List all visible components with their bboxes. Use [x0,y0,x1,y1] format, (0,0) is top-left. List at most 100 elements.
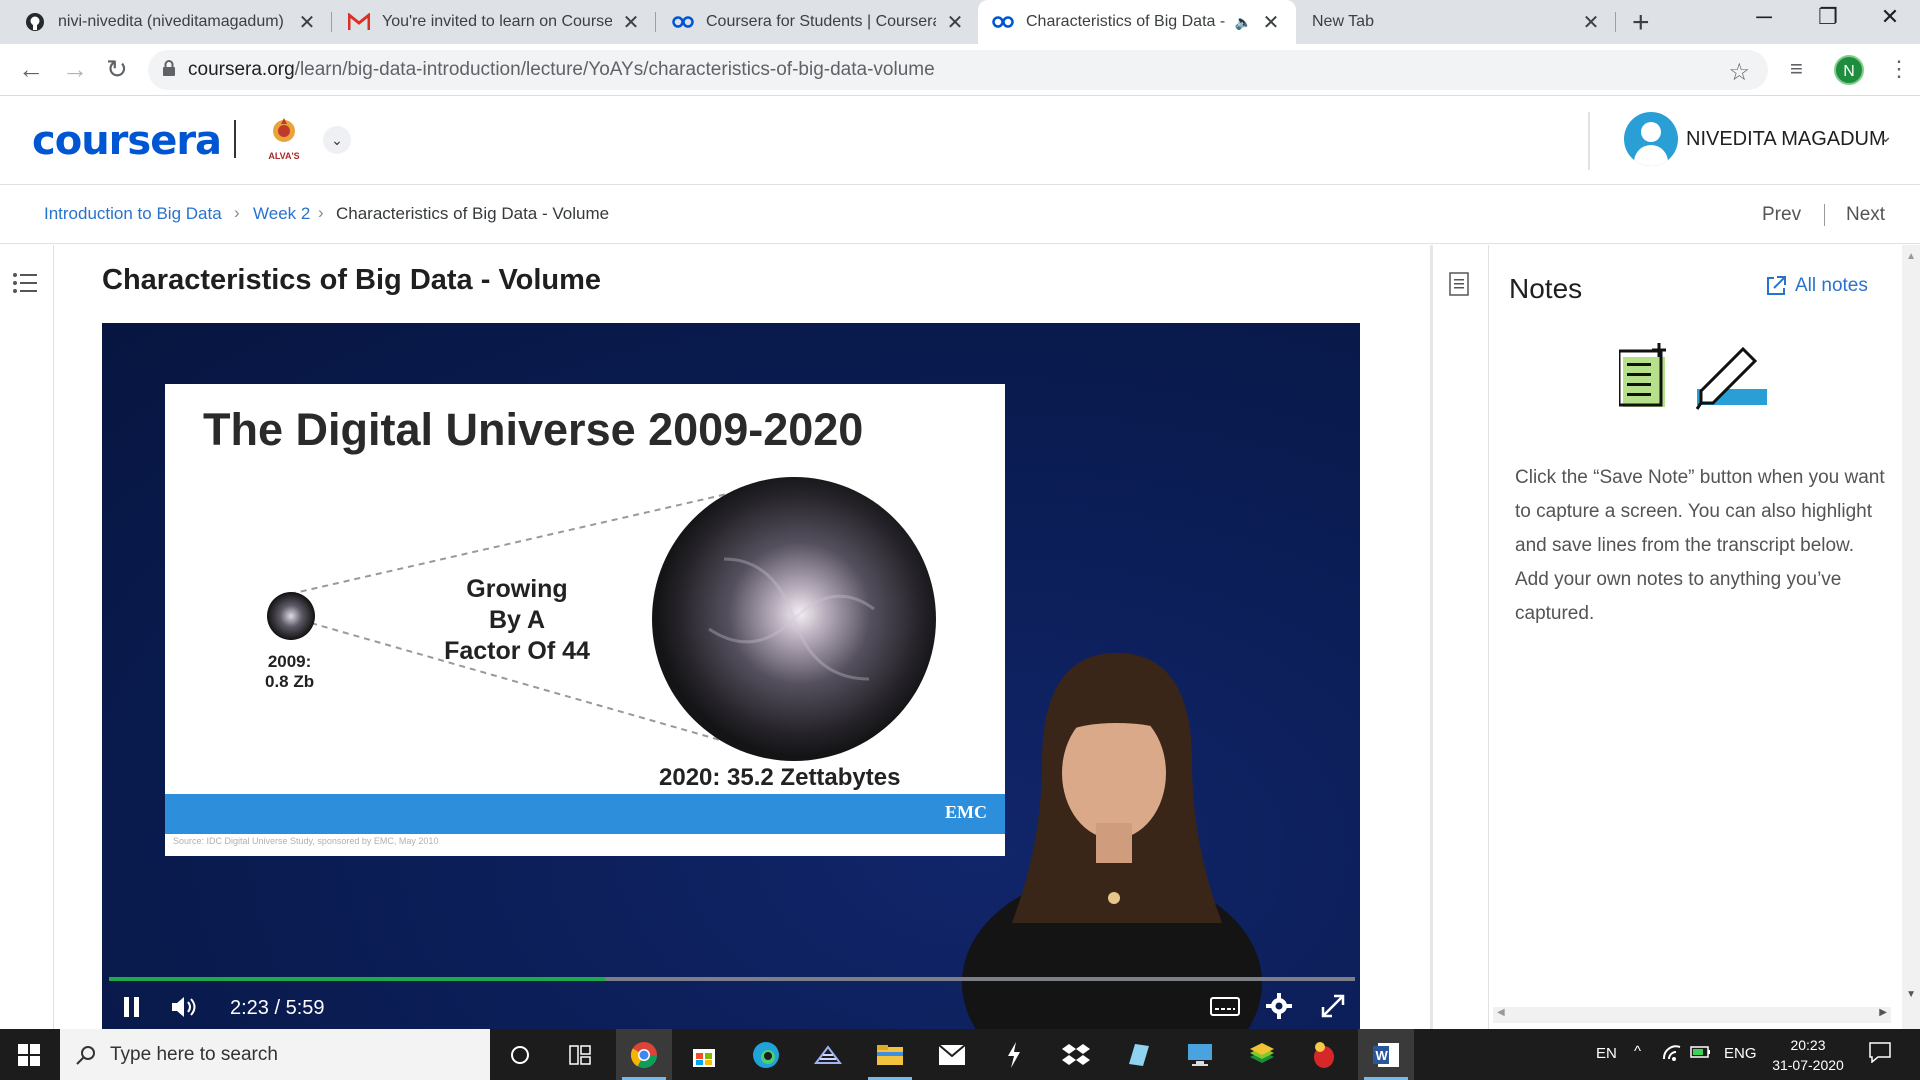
all-notes-link[interactable]: All notes [1765,275,1868,297]
taskbar-search[interactable]: Type here to search [60,1029,490,1080]
search-placeholder: Type here to search [110,1043,278,1065]
mail-app-icon[interactable] [924,1029,980,1080]
speaker-icon[interactable]: 🔈 [1235,14,1252,31]
tab-new-tab[interactable]: New Tab ✕ [1298,0,1616,44]
dropbox-icon[interactable] [1048,1029,1104,1080]
notes-help-text: Click the “Save Note” button when you wa… [1515,467,1885,624]
word-app-icon[interactable]: W [1358,1029,1414,1080]
captions-icon[interactable] [1210,997,1240,1025]
new-tab-button[interactable]: + [1632,6,1650,40]
battery-icon[interactable] [1690,1045,1712,1063]
prev-button[interactable]: Prev [1762,204,1801,226]
game-app-icon[interactable] [1296,1029,1352,1080]
cortana-icon[interactable] [492,1029,548,1080]
chevron-down-icon[interactable]: ⌄ [1878,126,1893,147]
taskbar-clock[interactable]: 20:23 31-07-2020 [1768,1035,1848,1075]
notes-scrollbar-horizontal[interactable]: ◀ ▶ [1493,1007,1891,1023]
org-logo[interactable]: ALVA'S [264,116,304,161]
lightning-app-icon[interactable] [986,1029,1042,1080]
tab-gmail[interactable]: You're invited to learn on Course ✕ [334,0,656,44]
profile-avatar[interactable]: N [1834,55,1864,85]
breadcrumb-week[interactable]: Week 2 [253,204,310,224]
close-icon[interactable]: ✕ [620,10,642,35]
notes-app-icon[interactable] [1110,1029,1166,1080]
wifi-icon[interactable] [1662,1045,1682,1065]
course-outline-icon[interactable] [12,271,38,300]
restore-icon[interactable]: ❐ [1808,4,1848,30]
notes-scrollbar-vertical[interactable]: ▲ ▼ [1902,245,1920,1029]
tab-title: nivi-nivedita (niveditamagadum) [58,13,284,30]
notes-panel: Notes All notes Click the “Save Note” bu… [1430,245,1920,1029]
tab-characteristics[interactable]: Characteristics of Big Data - 🔈 ✕ [978,0,1296,44]
url-host: coursera.org [188,59,295,80]
reload-icon[interactable]: ↻ [106,54,128,85]
org-switcher-chevron-icon[interactable]: ⌄ [323,126,351,154]
notification-center-icon[interactable] [1868,1041,1892,1068]
store-app-icon[interactable] [676,1029,732,1080]
network-app-icon[interactable] [800,1029,856,1080]
gmail-icon [348,11,370,33]
coursera-logo[interactable]: coursera [32,118,222,164]
close-icon[interactable]: ✕ [296,10,318,35]
scroll-up-icon[interactable]: ▲ [1906,251,1916,262]
tray-language[interactable]: EN [1596,1045,1617,1062]
label-2020: 2020: 35.2 Zettabytes [659,764,901,791]
user-name[interactable]: NIVEDITA MAGADUM [1686,128,1886,151]
layers-app-icon[interactable] [1234,1029,1290,1080]
volume-icon[interactable] [170,995,198,1025]
time-separator: / [274,997,281,1019]
user-avatar-icon[interactable] [1624,112,1678,166]
prev-next-divider [1824,204,1825,226]
clock-time: 20:23 [1790,1037,1826,1053]
close-icon[interactable]: ✕ [944,10,966,35]
media-queue-icon[interactable]: ≡ [1790,56,1803,82]
browser-toolbar: ← → ↻ coursera.org/learn/big-data-introd… [0,44,1920,96]
breadcrumb-course[interactable]: Introduction to Big Data [44,204,222,224]
file-explorer-icon[interactable] [862,1029,918,1080]
windows-start-icon[interactable] [18,1044,40,1071]
duration: 5:59 [285,997,325,1019]
chrome-app-icon[interactable] [616,1029,672,1080]
scroll-left-icon[interactable]: ◀ [1497,1007,1505,1018]
menu-kebab-icon[interactable]: ⋮ [1888,56,1910,82]
fullscreen-icon[interactable] [1320,993,1346,1025]
tab-title: Coursera for Students | Coursera [706,13,936,30]
breadcrumb: Introduction to Big Data › Week 2 › Char… [0,186,1920,244]
lock-icon[interactable] [162,59,176,81]
next-button[interactable]: Next [1846,204,1885,226]
minimize-icon[interactable]: ─ [1744,4,1784,30]
org-badge-text: ALVA'S [268,151,300,161]
back-icon[interactable]: ← [18,54,44,85]
forward-icon[interactable]: → [62,54,88,85]
label-2009-year: 2009: [267,652,312,671]
pause-icon[interactable] [124,997,140,1023]
tray-keyboard-language[interactable]: ENG [1724,1045,1757,1062]
growth-label: Growing By A Factor Of 44 [427,574,607,667]
tab-title: Characteristics of Big Data - [1026,13,1226,30]
tab-coursera-students[interactable]: Coursera for Students | Coursera ✕ [658,0,980,44]
bookmark-star-icon[interactable]: ☆ [1728,58,1750,87]
clock-date: 31-07-2020 [1772,1057,1844,1073]
tray-chevron-up-icon[interactable]: ^ [1634,1043,1641,1060]
notes-heading: Notes [1509,273,1583,304]
settings-gear-icon[interactable] [1266,993,1292,1025]
breadcrumb-chevron-icon: › [234,203,240,222]
growth-line-2: By A [488,606,546,634]
notes-illustration-icon [1619,343,1767,410]
window-close-icon[interactable]: ✕ [1870,4,1910,30]
task-view-icon[interactable] [552,1029,608,1080]
close-icon[interactable]: ✕ [1580,10,1602,35]
scroll-down-icon[interactable]: ▼ [1906,989,1916,1000]
tab-github[interactable]: nivi-nivedita (niveditamagadum) ✕ [10,0,332,44]
video-slide: The Digital Universe 2009-2020 2009: 0.8… [165,384,1005,856]
video-progress-fill [109,977,605,981]
video-progress-bar[interactable] [109,977,1355,981]
close-icon[interactable]: ✕ [1260,10,1282,35]
video-time: 2:23 / 5:59 [230,997,325,1020]
scroll-right-icon[interactable]: ▶ [1879,1007,1887,1018]
address-bar[interactable]: coursera.org/learn/big-data-introduction… [148,50,1768,90]
notes-document-icon[interactable] [1449,272,1469,301]
remote-desktop-icon[interactable] [1172,1029,1228,1080]
edge-app-icon[interactable] [738,1029,794,1080]
video-player[interactable]: The Digital Universe 2009-2020 2009: 0.8… [102,323,1360,1029]
